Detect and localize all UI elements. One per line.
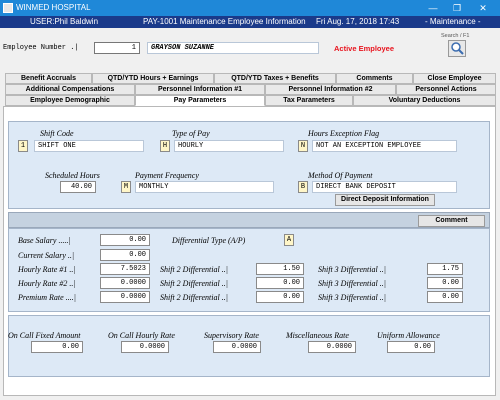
scheduled-hours-input[interactable]: 40.00 xyxy=(60,181,96,193)
shift-code-input[interactable]: 1 xyxy=(18,140,28,152)
supervisory-rate-input[interactable]: 0.0000 xyxy=(213,341,261,353)
tab-tax-parameters[interactable]: Tax Parameters xyxy=(265,95,353,106)
tab-employee-demographic[interactable]: Employee Demographic xyxy=(5,95,135,106)
hourly-rate-1-input[interactable]: 7.5023 xyxy=(100,263,150,275)
premium-rate-input[interactable]: 0.0000 xyxy=(100,291,150,303)
method-of-payment-label: Method Of Payment xyxy=(308,171,373,180)
supervisory-rate-label: Supervisory Rate xyxy=(204,331,259,340)
type-of-pay-description: HOURLY xyxy=(174,140,284,152)
shift-3-diff-input-1[interactable]: 1.75 xyxy=(427,263,463,275)
mode-label: - Maintenance - xyxy=(425,17,481,26)
miscellaneous-rate-input[interactable]: 0.0000 xyxy=(308,341,356,353)
window-title-bar: WINMED HOSPITAL — ❐ ✕ xyxy=(0,0,500,16)
on-call-hourly-label: On Call Hourly Rate xyxy=(108,331,175,340)
tab-qtd-ytd-taxes[interactable]: QTD/YTD Taxes + Benefits xyxy=(214,73,336,84)
date-time: Fri Aug. 17, 2018 17:43 xyxy=(316,17,400,26)
type-of-pay-input[interactable]: H xyxy=(160,140,170,152)
session-header: USER:Phil Baldwin PAY-1001 Maintenance E… xyxy=(0,16,500,28)
search-button[interactable] xyxy=(448,40,466,57)
current-salary-label: Current Salary ..| xyxy=(18,251,75,260)
tab-pay-parameters[interactable]: Pay Parameters xyxy=(135,95,265,106)
tab-benefit-accruals[interactable]: Benefit Accruals xyxy=(5,73,92,84)
shift-code-label: Shift Code xyxy=(40,129,74,138)
tab-comments[interactable]: Comments xyxy=(336,73,413,84)
window-title: WINMED HOSPITAL xyxy=(16,3,91,12)
hourly-rate-2-label: Hourly Rate #2 ..| xyxy=(18,279,76,288)
shift-3-diff-input-2[interactable]: 0.00 xyxy=(427,277,463,289)
hourly-rate-1-label: Hourly Rate #1 ..| xyxy=(18,265,76,274)
payment-frequency-label: Payment Frequency xyxy=(135,171,199,180)
uniform-allowance-label: Uniform Allowance xyxy=(377,331,440,340)
type-of-pay-label: Type of Pay xyxy=(172,129,210,138)
shift-3-diff-input-3[interactable]: 0.00 xyxy=(427,291,463,303)
shift-2-diff-label-3: Shift 2 Differential ..| xyxy=(160,293,228,302)
hours-exception-description: NOT AN EXCEPTION EMPLOYEE xyxy=(312,140,457,152)
shift-2-diff-label-2: Shift 2 Differential ..| xyxy=(160,279,228,288)
scheduled-hours-label: Scheduled Hours xyxy=(45,171,100,180)
shift-code-description: SHIFT ONE xyxy=(34,140,144,152)
payment-frequency-description: MONTHLY xyxy=(135,181,274,193)
base-salary-input[interactable]: 0.00 xyxy=(100,234,150,246)
shift-2-diff-input-2[interactable]: 0.00 xyxy=(256,277,304,289)
employee-name-field: GRAYSON SUZANNE xyxy=(147,42,319,54)
differential-type-input[interactable]: A xyxy=(284,234,294,246)
search-icon xyxy=(451,42,464,55)
premium-rate-label: Premium Rate ....| xyxy=(18,293,76,302)
tab-personnel-actions[interactable]: Personnel Actions xyxy=(396,84,496,95)
shift-2-diff-label-1: Shift 2 Differential ..| xyxy=(160,265,228,274)
tab-voluntary-deductions[interactable]: Voluntary Deductions xyxy=(353,95,496,106)
employee-number-input[interactable]: 1 xyxy=(94,42,140,54)
differential-type-label: Differential Type (A/P) xyxy=(172,236,246,245)
on-call-hourly-input[interactable]: 0.0000 xyxy=(121,341,169,353)
shift-2-diff-input-1[interactable]: 1.50 xyxy=(256,263,304,275)
employee-number-label: Employee Number .| xyxy=(3,44,79,52)
comment-button[interactable]: Comment xyxy=(418,215,485,227)
method-of-payment-description: DIRECT BANK DEPOSIT xyxy=(312,181,457,193)
on-call-fixed-input[interactable]: 0.00 xyxy=(31,341,83,353)
on-call-fixed-label: On Call Fixed Amount xyxy=(8,331,81,340)
user-name: USER:Phil Baldwin xyxy=(30,17,99,26)
tab-personnel-info-1[interactable]: Personnel Information #1 xyxy=(135,84,265,95)
tab-additional-compensations[interactable]: Additional Compensations xyxy=(5,84,135,95)
tab-personnel-info-2[interactable]: Personnel Information #2 xyxy=(265,84,396,95)
close-icon[interactable]: ✕ xyxy=(472,0,494,16)
base-salary-label: Base Salary .....| xyxy=(18,236,71,245)
payment-frequency-input[interactable]: M xyxy=(121,181,131,193)
screen-title: PAY-1001 Maintenance Employee Informatio… xyxy=(143,17,306,26)
method-of-payment-input[interactable]: B xyxy=(298,181,308,193)
shift-3-diff-label-1: Shift 3 Differential ..| xyxy=(318,265,386,274)
hours-exception-input[interactable]: N xyxy=(298,140,308,152)
uniform-allowance-input[interactable]: 0.00 xyxy=(387,341,435,353)
app-icon xyxy=(3,3,13,13)
minimize-icon[interactable]: — xyxy=(422,0,444,16)
maximize-icon[interactable]: ❐ xyxy=(446,0,468,16)
direct-deposit-button[interactable]: Direct Deposit Information xyxy=(335,194,435,206)
current-salary-input[interactable]: 0.00 xyxy=(100,249,150,261)
shift-2-diff-input-3[interactable]: 0.00 xyxy=(256,291,304,303)
search-label: Search / F1 xyxy=(441,33,470,39)
rates-panel xyxy=(8,228,490,312)
shift-3-diff-label-2: Shift 3 Differential ..| xyxy=(318,279,386,288)
shift-3-diff-label-3: Shift 3 Differential ..| xyxy=(318,293,386,302)
employee-status: Active Employee xyxy=(334,44,395,53)
tab-qtd-ytd-hours[interactable]: QTD/YTD Hours + Earnings xyxy=(92,73,214,84)
hours-exception-label: Hours Exception Flag xyxy=(308,129,380,138)
tab-close-employee[interactable]: Close Employee xyxy=(413,73,496,84)
hourly-rate-2-input[interactable]: 0.0000 xyxy=(100,277,150,289)
miscellaneous-rate-label: Miscellaneous Rate xyxy=(286,331,349,340)
